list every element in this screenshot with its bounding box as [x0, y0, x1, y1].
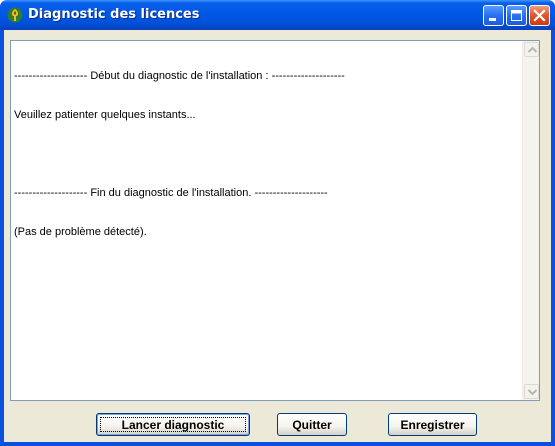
chevron-down-icon	[527, 389, 538, 396]
diagnostic-log[interactable]: -------------------- Début du diagnostic…	[10, 40, 540, 401]
log-text: -------------------- Début du diagnostic…	[14, 44, 519, 265]
log-line: (Pas de problème détecté).	[14, 226, 147, 238]
log-line: -------------------- Fin du diagnostic d…	[14, 187, 328, 199]
maximize-button[interactable]	[506, 5, 527, 26]
launch-diagnostic-button[interactable]: Lancer diagnostic	[96, 413, 250, 436]
maximize-icon	[511, 10, 522, 21]
title-bar[interactable]: Diagnostic des licences	[0, 0, 555, 30]
vertical-scrollbar[interactable]	[522, 41, 539, 400]
focus-rectangle	[100, 417, 246, 432]
quit-label: Quitter	[292, 417, 332, 432]
scroll-down-button[interactable]	[524, 384, 539, 399]
close-button[interactable]	[529, 5, 550, 26]
window-title: Diagnostic des licences	[28, 7, 200, 22]
quit-button[interactable]: Quitter	[277, 413, 347, 436]
save-button[interactable]: Enregistrer	[388, 413, 477, 436]
log-line: -------------------- Début du diagnostic…	[14, 70, 345, 82]
close-icon	[533, 9, 546, 22]
log-line: Veuillez patienter quelques instants...	[14, 109, 196, 121]
save-label: Enregistrer	[400, 417, 465, 432]
minimize-button[interactable]	[483, 5, 504, 26]
tree-app-icon	[7, 7, 23, 23]
diagnostic-window: Diagnostic des licences ----------------…	[0, 0, 555, 446]
scroll-up-button[interactable]	[524, 42, 539, 57]
client-area: -------------------- Début du diagnostic…	[4, 30, 551, 442]
chevron-up-icon	[527, 46, 538, 53]
minimize-icon	[489, 18, 496, 21]
